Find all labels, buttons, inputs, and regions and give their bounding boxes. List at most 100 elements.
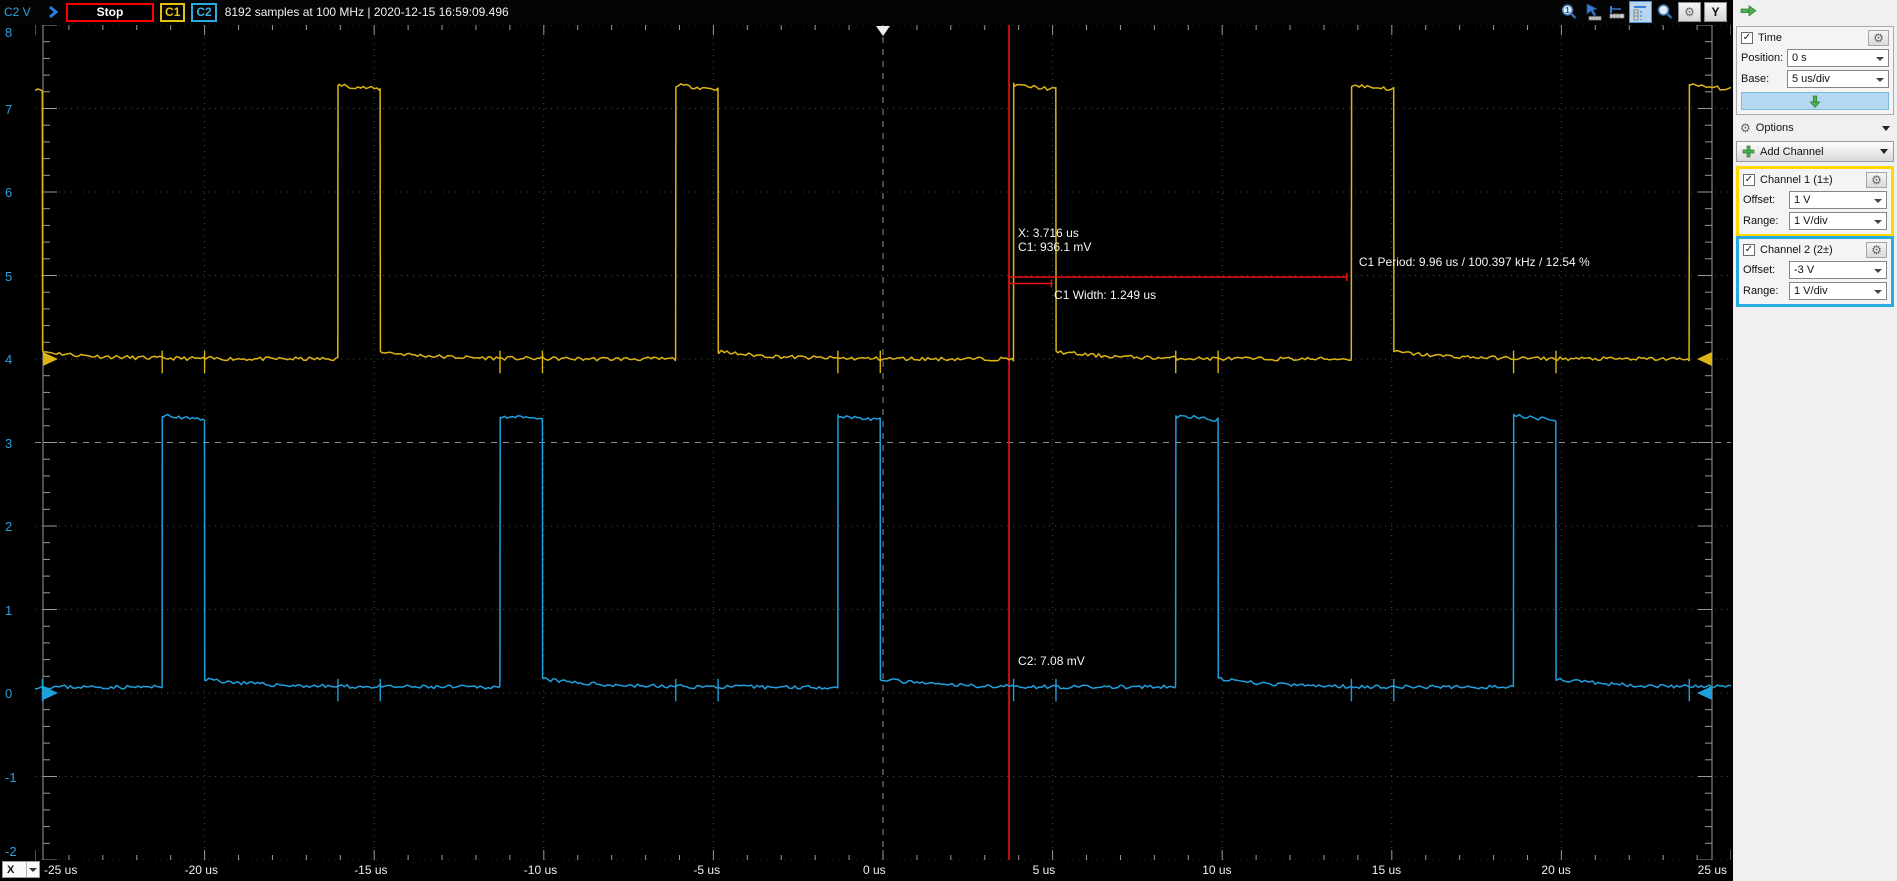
x-axis-label: -10 us	[523, 863, 558, 877]
y-axis-label: -2	[5, 844, 17, 859]
x-axis-label: -15 us	[354, 863, 388, 877]
settings-sidebar: ✓ Time ⚙ Position: 0 s Base: 5 us/div ⚙ …	[1733, 0, 1897, 881]
y-axis-label: 4	[5, 352, 13, 367]
channel2-settings-button[interactable]: ⚙	[1866, 242, 1887, 258]
time-expand-button[interactable]	[1741, 92, 1889, 110]
time-position-select[interactable]: 0 s	[1787, 49, 1889, 67]
channel2-offset-value: -3 V	[1794, 264, 1815, 276]
zoom-icon	[1657, 4, 1672, 19]
scope-plot-area[interactable]: 8 7 6 5 4 3 2 1 0 -1 -2 X: 3.716 us C1: 936.1 mV C…	[0, 24, 1733, 881]
stop-button[interactable]: Stop	[66, 2, 154, 22]
channel1-panel: ✓ Channel 1 (1±) ⚙ Offset: 1 V Range: 1 …	[1736, 166, 1894, 237]
channel2-range-select[interactable]: 1 V/div	[1789, 282, 1887, 300]
c1-offset-marker-right[interactable]	[1697, 352, 1712, 366]
zoom-button[interactable]	[1654, 2, 1675, 22]
svg-text:1: 1	[1565, 6, 1570, 15]
offset-label: Offset:	[1743, 264, 1776, 276]
add-channel-button[interactable]: Add Channel	[1736, 141, 1894, 162]
x-axis-label: 20 us	[1541, 863, 1571, 877]
collapse-sidebar-button[interactable]	[1740, 4, 1757, 20]
y-axis-label: 2	[5, 519, 13, 534]
offset-label: Offset:	[1743, 194, 1776, 206]
zoom-1x-button[interactable]: 1	[1558, 2, 1579, 22]
trigger-position-marker[interactable]	[876, 26, 890, 36]
time-base-select[interactable]: 5 us/div	[1787, 70, 1889, 88]
chevron-down-icon	[1874, 220, 1882, 224]
range-label: Range:	[1743, 285, 1779, 297]
gear-icon: ⚙	[1873, 31, 1884, 45]
x-cursor-time-label: X: 3.716 us	[1018, 226, 1079, 240]
x-axis-selector-button[interactable]: X	[2, 861, 40, 878]
channel2-range-value: 1 V/div	[1794, 285, 1828, 297]
time-panel: ✓ Time ⚙ Position: 0 s Base: 5 us/div	[1736, 26, 1894, 115]
vertical-axis-channel-selector[interactable]: C2 V	[4, 5, 40, 19]
y-cursors-button[interactable]	[1629, 1, 1652, 23]
scope-canvas	[35, 25, 1731, 860]
x-cursors-button[interactable]	[1606, 2, 1627, 22]
time-checkbox[interactable]: ✓	[1741, 32, 1753, 44]
x-cursor-readout: X: 3.716 us C1: 936.1 mV	[1018, 226, 1091, 254]
channel1-toggle-button[interactable]: C1	[160, 2, 186, 22]
gear-icon: ⚙	[1871, 243, 1882, 257]
channel1-title: Channel 1 (1±)	[1760, 174, 1833, 186]
play-icon	[49, 5, 59, 19]
y-axis-label: 3	[5, 435, 13, 451]
time-base-value: 5 us/div	[1792, 73, 1830, 85]
channel1-settings-button[interactable]: ⚙	[1866, 172, 1887, 188]
y-axis-label: -1	[5, 769, 17, 785]
waveforms-scope-window: C2 V Stop C1 C2 8192 samples at 100 MHz …	[0, 0, 1897, 881]
channel-markers	[43, 26, 1712, 700]
c1-period-annotation: C1 Period: 9.96 us / 100.397 kHz / 12.54…	[1358, 255, 1590, 269]
time-position-value: 0 s	[1792, 52, 1807, 64]
channel2-checkbox[interactable]: ✓	[1743, 244, 1755, 256]
channel2-panel: ✓ Channel 2 (2±) ⚙ Offset: -3 V Range: 1…	[1736, 236, 1894, 307]
channel1-offset-value: 1 V	[1794, 194, 1811, 206]
x-axis-strip: X -25 us -20 us -15 us -10 us -5 us 0 us 5 us 1…	[0, 860, 1733, 881]
x-axis-label: 5 us	[1032, 863, 1056, 877]
add-channel-label: Add Channel	[1760, 145, 1824, 158]
chevron-down-icon	[1880, 149, 1888, 154]
cursor-measure-button[interactable]	[1582, 2, 1603, 22]
cursor-measure-icon	[1586, 3, 1601, 21]
options-menu[interactable]: ⚙ Options	[1740, 121, 1890, 135]
x-cursors-icon	[1609, 6, 1624, 19]
zoom-1x-icon: 1	[1561, 4, 1576, 19]
chevron-down-icon	[29, 867, 37, 872]
gear-icon: ⚙	[1871, 173, 1882, 187]
chevron-down-icon	[1882, 125, 1890, 131]
chevron-down-icon	[1874, 290, 1882, 294]
channel2-offset-select[interactable]: -3 V	[1789, 261, 1887, 279]
chevron-down-icon	[1874, 269, 1882, 273]
x-axis-label: -25 us	[44, 863, 78, 877]
channel1-offset-select[interactable]: 1 V	[1789, 191, 1887, 209]
y-axis-options-button[interactable]: Y	[1704, 2, 1727, 22]
x-axis-label: 15 us	[1371, 863, 1402, 877]
time-panel-title: Time	[1758, 32, 1783, 44]
chevron-down-icon	[1876, 57, 1884, 61]
green-plus-icon	[1742, 145, 1755, 158]
channel1-range-select[interactable]: 1 V/div	[1789, 212, 1887, 230]
channel2-toggle-button[interactable]: C2	[191, 2, 217, 22]
y-axis-label: 6	[5, 185, 13, 200]
channel1-checkbox[interactable]: ✓	[1743, 174, 1755, 186]
c1-width-annotation: C1 Width: 1.249 us	[1054, 288, 1157, 302]
plot-settings-button[interactable]: ⚙	[1678, 2, 1701, 22]
chevron-down-icon	[1876, 78, 1884, 82]
y-axis-label: 5	[5, 268, 13, 284]
y-axis-label: 1	[5, 602, 13, 618]
y-axis-label: 8	[5, 25, 13, 40]
gear-icon: ⚙	[1684, 5, 1695, 19]
run-button[interactable]	[46, 5, 60, 19]
toolbar-icon-group: 1 ⚙ Y	[1558, 1, 1729, 23]
gear-icon: ⚙	[1740, 121, 1751, 135]
x-axis-label: 10 us	[1202, 863, 1232, 877]
x-cursor-c1-label: C1: 936.1 mV	[1018, 240, 1092, 254]
green-arrow-right-icon	[1740, 5, 1757, 17]
chevron-down-icon	[1874, 199, 1882, 203]
channel1-range-value: 1 V/div	[1794, 215, 1828, 227]
time-settings-button[interactable]: ⚙	[1868, 30, 1889, 46]
x-axis-selector-label: X	[7, 863, 15, 876]
options-label: Options	[1755, 122, 1794, 134]
x-axis-label: -5 us	[693, 863, 721, 877]
acquisition-status-text: 8192 samples at 100 MHz | 2020-12-15 16:…	[224, 5, 509, 19]
